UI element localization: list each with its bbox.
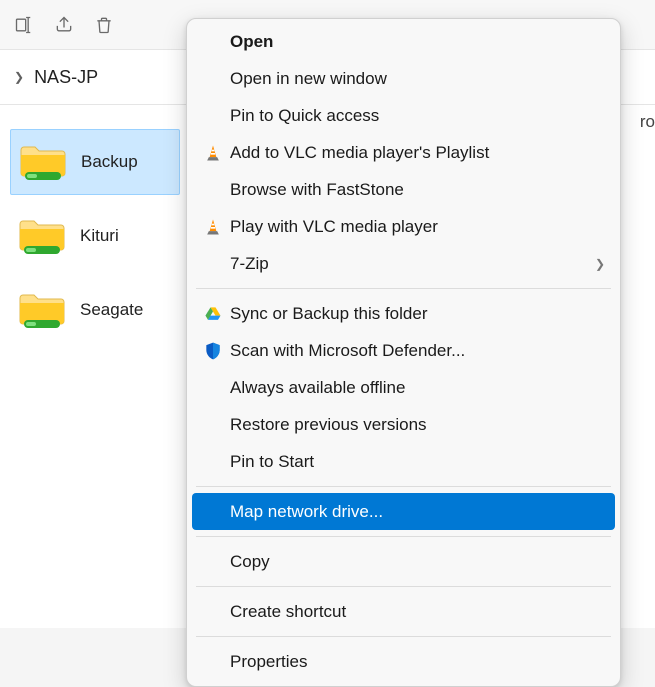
- partial-text: ro: [640, 108, 655, 136]
- menu-item-restore[interactable]: Restore previous versions: [192, 406, 615, 443]
- blank-icon: [198, 599, 228, 625]
- network-folder-icon: [19, 142, 67, 182]
- menu-item-copy[interactable]: Copy: [192, 543, 615, 580]
- menu-item-pin-start[interactable]: Pin to Start: [192, 443, 615, 480]
- folder-item-kituri[interactable]: Kituri: [10, 203, 180, 269]
- chevron-right-icon: ❯: [14, 70, 24, 84]
- google-drive-icon: [198, 301, 228, 327]
- menu-item-google-sync[interactable]: Sync or Backup this folder: [192, 295, 615, 332]
- folder-item-seagate[interactable]: Seagate: [10, 277, 180, 343]
- blank-icon: [198, 412, 228, 438]
- shield-icon: [198, 338, 228, 364]
- blank-icon: [198, 449, 228, 475]
- vlc-icon: [198, 140, 228, 166]
- menu-item-faststone[interactable]: Browse with FastStone: [192, 171, 615, 208]
- menu-item-shortcut[interactable]: Create shortcut: [192, 593, 615, 630]
- network-folder-icon: [18, 290, 66, 330]
- menu-item-open-new-window[interactable]: Open in new window: [192, 60, 615, 97]
- rename-icon[interactable]: [10, 11, 38, 39]
- menu-item-pin-quick-access[interactable]: Pin to Quick access: [192, 97, 615, 134]
- blank-icon: [198, 29, 228, 55]
- breadcrumb-item[interactable]: NAS-JP: [34, 67, 98, 88]
- menu-item-defender[interactable]: Scan with Microsoft Defender...: [192, 332, 615, 369]
- blank-icon: [198, 251, 228, 277]
- blank-icon: [198, 549, 228, 575]
- menu-item-vlc-play[interactable]: Play with VLC media player: [192, 208, 615, 245]
- menu-separator: [196, 586, 611, 587]
- menu-separator: [196, 486, 611, 487]
- menu-item-open[interactable]: Open: [192, 23, 615, 60]
- delete-icon[interactable]: [90, 11, 118, 39]
- menu-item-map-drive[interactable]: Map network drive...: [192, 493, 615, 530]
- blank-icon: [198, 177, 228, 203]
- folder-label: Backup: [81, 152, 138, 172]
- menu-separator: [196, 288, 611, 289]
- blank-icon: [198, 103, 228, 129]
- menu-separator: [196, 536, 611, 537]
- share-icon[interactable]: [50, 11, 78, 39]
- menu-item-vlc-playlist[interactable]: Add to VLC media player's Playlist: [192, 134, 615, 171]
- blank-icon: [198, 499, 228, 525]
- blank-icon: [198, 649, 228, 675]
- folder-label: Seagate: [80, 300, 143, 320]
- menu-item-7zip[interactable]: 7-Zip ❯: [192, 245, 615, 282]
- folder-label: Kituri: [80, 226, 119, 246]
- context-menu: Open Open in new window Pin to Quick acc…: [186, 18, 621, 687]
- chevron-right-icon: ❯: [595, 257, 605, 271]
- vlc-icon: [198, 214, 228, 240]
- blank-icon: [198, 375, 228, 401]
- menu-item-properties[interactable]: Properties: [192, 643, 615, 680]
- blank-icon: [198, 66, 228, 92]
- menu-item-offline[interactable]: Always available offline: [192, 369, 615, 406]
- network-folder-icon: [18, 216, 66, 256]
- folder-item-backup[interactable]: Backup: [10, 129, 180, 195]
- menu-separator: [196, 636, 611, 637]
